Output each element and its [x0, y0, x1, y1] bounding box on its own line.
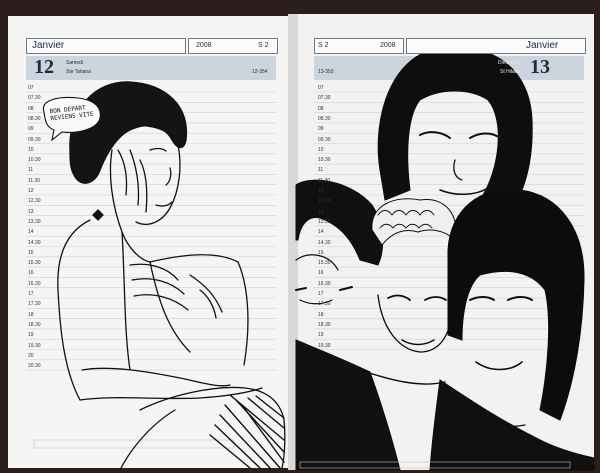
right-hour-label: 12.30	[318, 198, 331, 205]
right-hour-label: 18.30	[318, 321, 331, 328]
right-day-number: 13	[530, 56, 550, 78]
right-month-box	[406, 38, 586, 54]
left-hour-label: 09	[28, 126, 34, 133]
right-hour-label: 13.30	[318, 218, 331, 225]
left-weekday: Samedi	[66, 60, 83, 66]
right-saint: St Hilaire	[500, 69, 521, 75]
right-hour-label: 07.30	[318, 95, 331, 102]
right-hour-label: 09.30	[318, 136, 331, 143]
left-hour-label: 14.30	[28, 239, 41, 246]
left-hour-label: 07	[28, 85, 34, 91]
right-hour-label: 16.30	[318, 280, 331, 287]
left-hour-label: 09.30	[28, 136, 41, 143]
left-hour-label: 07.30	[28, 95, 41, 102]
left-hour-label: 10.30	[28, 157, 41, 164]
left-hour-label: 08	[28, 105, 34, 112]
left-hour-label: 18.30	[28, 321, 41, 328]
right-hour-label: 12	[318, 188, 324, 194]
left-page	[8, 16, 292, 468]
left-hour-label: 16	[28, 270, 34, 277]
right-hour-label: 15	[318, 249, 324, 256]
right-hour-label: 17.30	[318, 301, 331, 308]
right-week-label: S 2	[318, 42, 329, 49]
right-hour-label: 11	[318, 167, 324, 174]
left-week-label: S 2	[258, 42, 269, 49]
left-saint: Ste Tatiana	[66, 69, 91, 75]
right-hour-label: 10.30	[318, 157, 331, 164]
left-hour-label: 20	[28, 352, 34, 359]
left-hour-label: 15	[28, 249, 34, 256]
left-hour-label: 15.30	[28, 260, 41, 267]
left-header-band	[26, 56, 276, 80]
left-hour-label: 12	[28, 188, 34, 194]
left-hour-label: 18	[28, 311, 34, 318]
right-hour-label: 14.30	[318, 239, 331, 246]
left-hour-label: 17.30	[28, 301, 41, 308]
left-hour-label: 11	[28, 167, 34, 174]
right-hour-label: 15.30	[318, 260, 331, 267]
right-hour-label: 16	[318, 270, 324, 277]
left-day-of-year: 12-354	[252, 69, 268, 75]
left-hour-label: 19.30	[28, 342, 41, 349]
left-month-label: Janvier	[32, 40, 65, 51]
right-hour-label: 08	[318, 105, 324, 112]
right-hour-label: 17	[318, 291, 324, 297]
right-hour-label: 14	[318, 229, 324, 236]
right-hour-label: 08.30	[318, 115, 331, 122]
right-day-of-year: 13-353	[318, 69, 334, 75]
left-hour-label: 16.30	[28, 280, 41, 287]
left-hour-label: 14	[28, 229, 34, 236]
left-hour-label: 20.30	[28, 363, 41, 370]
right-year-label: 2008	[380, 42, 396, 49]
right-hour-label: 10	[318, 146, 324, 153]
left-hour-label: 10	[28, 146, 34, 153]
right-hour-label: 13	[318, 208, 324, 215]
left-day-number: 12	[34, 56, 54, 78]
left-hour-label: 19	[28, 332, 34, 339]
left-hour-label: 11.30	[28, 177, 41, 184]
right-weekday: Dimanche	[498, 60, 521, 66]
left-hour-label: 13	[28, 208, 34, 215]
right-hour-label: 09	[318, 126, 324, 133]
diary-illustration-scene: Janvier 2008 S 2 12 Samedi Ste Tatiana 1…	[0, 0, 600, 473]
right-hour-label: 18	[318, 311, 324, 318]
left-hour-label: 17	[28, 291, 34, 297]
right-month-label: Janvier	[526, 40, 559, 51]
right-hour-label: 19.30	[318, 342, 331, 349]
right-hour-label: 19	[318, 332, 324, 339]
left-hour-label: 12.30	[28, 198, 41, 205]
right-hour-label: 07	[318, 85, 324, 91]
left-hour-label: 08.30	[28, 115, 41, 122]
right-hour-label: 11.30	[318, 177, 331, 184]
left-hour-label: 13.30	[28, 218, 41, 225]
left-year-label: 2008	[196, 42, 212, 49]
